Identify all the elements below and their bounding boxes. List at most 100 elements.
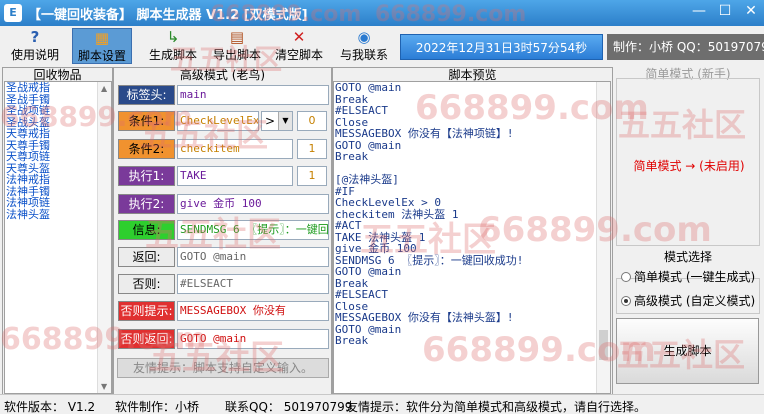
minimize-icon[interactable]: — <box>686 0 712 22</box>
return-label: 返回: <box>118 247 175 267</box>
condition1-number[interactable]: 0 <box>297 111 327 131</box>
status-bar: 软件版本： V1.2 软件制作：小桥 联系QQ： 501970799 友情提示：… <box>0 394 764 414</box>
clear-script-icon: ✕ <box>292 28 306 46</box>
toolbar: ? 使用说明 ▦ 脚本设置 ↳ 生成脚本 ▤ 导出脚本 ✕ 清空脚本 ◉ 与我联… <box>0 26 764 66</box>
else-label: 否则: <box>118 274 175 294</box>
preview-scroll-thumb[interactable] <box>599 330 608 360</box>
advanced-mode-label: 高级模式 (自定义模式) <box>634 294 756 308</box>
label-tag-label: 标签头: <box>118 85 175 105</box>
contact-icon: ◉ <box>357 28 371 46</box>
recycle-header: 回收物品 <box>33 68 82 82</box>
else-return-input[interactable]: GOTO @main <box>177 329 329 349</box>
condition2-label: 条件2: <box>118 139 175 159</box>
preview-line: [@法神头盔] <box>335 173 399 186</box>
info-input[interactable]: SENDMSG 6 〖提示〗：一键回 <box>177 220 329 240</box>
generate-script-button[interactable]: ↳ 生成脚本 <box>146 28 200 64</box>
condition1-label: 条件1: <box>118 111 175 131</box>
label-tag-row: 标签头: main <box>114 85 331 105</box>
preview-line: Break <box>335 334 369 347</box>
condition1-input[interactable]: CheckLevelEx <box>177 111 259 131</box>
advanced-mode-radio[interactable]: 高级模式 (自定义模式) <box>621 292 755 309</box>
else-input[interactable]: #ELSEACT <box>177 274 329 294</box>
list-item[interactable]: 法神戒指 <box>5 174 111 186</box>
list-item[interactable]: 天尊项链 <box>5 151 111 163</box>
list-item[interactable]: 天尊戒指 <box>5 128 111 140</box>
maker-info: 制作：小桥 QQ：501970799 <box>607 34 764 60</box>
label-tag-input[interactable]: main <box>177 85 329 105</box>
preview-line: checkitem 法神头盔 1 <box>335 207 459 221</box>
return-row: 返回: GOTO @main <box>114 247 331 267</box>
status-tip: 友情提示：软件分为简单模式和高级模式，请自行选择。 <box>346 400 647 414</box>
else-return-label: 否则返回: <box>118 329 175 349</box>
preview-line: Break <box>335 150 369 163</box>
export-script-button[interactable]: ▤ 导出脚本 <box>210 28 264 64</box>
contact-button[interactable]: ◉ 与我联系 <box>336 28 392 64</box>
datetime-display: 2022年12月31日3时57分54秒 <box>400 34 603 60</box>
preview-line: GOTO @main <box>335 138 402 152</box>
radio-unchecked-icon[interactable] <box>621 272 631 282</box>
status-author: 软件制作：小桥 <box>115 400 200 414</box>
list-item[interactable]: 法神头盔 <box>5 209 111 221</box>
status-qq: 联系QQ： 501970799 <box>225 400 353 414</box>
preview-line: #ELSEACT <box>335 288 388 301</box>
maximize-icon[interactable]: ☐ <box>712 0 738 22</box>
preview-line: GOTO @main <box>335 322 402 336</box>
exec2-label: 执行2: <box>118 194 175 214</box>
preview-line: #ELSEACT <box>335 104 388 117</box>
close-icon[interactable]: ✕ <box>738 0 764 22</box>
clear-script-button[interactable]: ✕ 清空脚本 <box>272 28 326 64</box>
condition1-operator-value: > <box>265 114 276 128</box>
help-icon: ? <box>30 28 40 46</box>
exec2-input[interactable]: give 金币 100 <box>177 194 329 214</box>
preview-header: 脚本预览 <box>448 68 497 82</box>
list-item[interactable]: 圣战戒指 <box>5 82 111 94</box>
condition2-number[interactable]: 1 <box>297 139 327 159</box>
condition1-operator-select[interactable]: > ▼ <box>261 111 293 131</box>
simple-mode-label: 简单模式 (一键生成式) <box>634 270 756 284</box>
list-scrollbar[interactable]: ▲ ▼ <box>97 82 111 393</box>
list-item[interactable]: 圣战项链 <box>5 105 111 117</box>
mode-header: 模式选择 <box>663 250 712 264</box>
script-settings-icon: ▦ <box>94 29 110 47</box>
exec1-label: 执行1: <box>118 166 175 186</box>
generate-button[interactable]: 生成脚本 <box>616 318 759 384</box>
simple-status: 简单模式 → (未启用) <box>633 159 745 173</box>
else-row: 否则: #ELSEACT <box>114 274 331 294</box>
preview-line: MESSAGEBOX 你没有【法神项链】! <box>335 127 514 140</box>
simple-mode-radio[interactable]: 简单模式 (一键生成式) <box>621 268 755 285</box>
preview-scrollbar[interactable] <box>596 82 610 393</box>
help-button[interactable]: ? 使用说明 <box>8 28 62 64</box>
condition2-row: 条件2: checkitem 1 <box>114 139 331 159</box>
scroll-down-icon[interactable]: ▼ <box>101 382 107 391</box>
preview-line: give 金币 100 <box>335 242 417 255</box>
app-logo-icon: E <box>4 4 22 22</box>
exec1-number[interactable]: 1 <box>297 166 327 186</box>
preview-line: MESSAGEBOX 你没有【法神头盔】! <box>335 311 514 324</box>
radio-checked-icon[interactable] <box>621 296 631 306</box>
preview-line: GOTO @main <box>335 81 402 94</box>
advanced-header: 高级模式 (老鸟) <box>179 68 266 82</box>
exec1-row: 执行1: TAKE 1 <box>114 166 331 186</box>
status-version: 软件版本： V1.2 <box>4 400 96 414</box>
list-item[interactable]: 法神项链 <box>5 197 111 209</box>
script-preview-textarea[interactable]: GOTO @main Break #ELSEACT Close MESSAGEB… <box>333 81 611 394</box>
title-bar: E 【一键回收装备】 脚本生成器 V1.2 [双模式版] — ☐ ✕ <box>0 0 764 26</box>
advanced-tip: 友情提示：脚本支持自定义输入。 <box>117 358 329 378</box>
return-input[interactable]: GOTO @main <box>177 247 329 267</box>
preview-line: CheckLevelEx > 0 <box>335 196 441 209</box>
chevron-down-icon[interactable]: ▼ <box>278 112 292 130</box>
condition1-row: 条件1: CheckLevelEx > ▼ 0 <box>114 111 331 131</box>
script-settings-button[interactable]: ▦ 脚本设置 <box>72 28 132 64</box>
exec1-input[interactable]: TAKE <box>177 166 293 186</box>
recycle-item-list[interactable]: 圣战戒指 圣战手镯 圣战项链 圣战头盔 天尊戒指 天尊手镯 天尊项链 天尊头盔 … <box>4 81 112 394</box>
export-script-icon: ▤ <box>229 28 245 46</box>
generate-script-icon: ↳ <box>166 28 180 46</box>
else-tip-label: 否则提示: <box>118 301 175 321</box>
info-label: 信息: <box>118 220 175 240</box>
preview-line: #ACT <box>335 219 362 232</box>
info-row: 信息: SENDMSG 6 〖提示〗：一键回 <box>114 220 331 240</box>
else-tip-input[interactable]: MESSAGEBOX 你没有 <box>177 301 329 321</box>
scroll-up-icon[interactable]: ▲ <box>101 84 107 93</box>
preview-line: GOTO @main <box>335 265 402 278</box>
condition2-input[interactable]: checkitem <box>177 139 293 159</box>
